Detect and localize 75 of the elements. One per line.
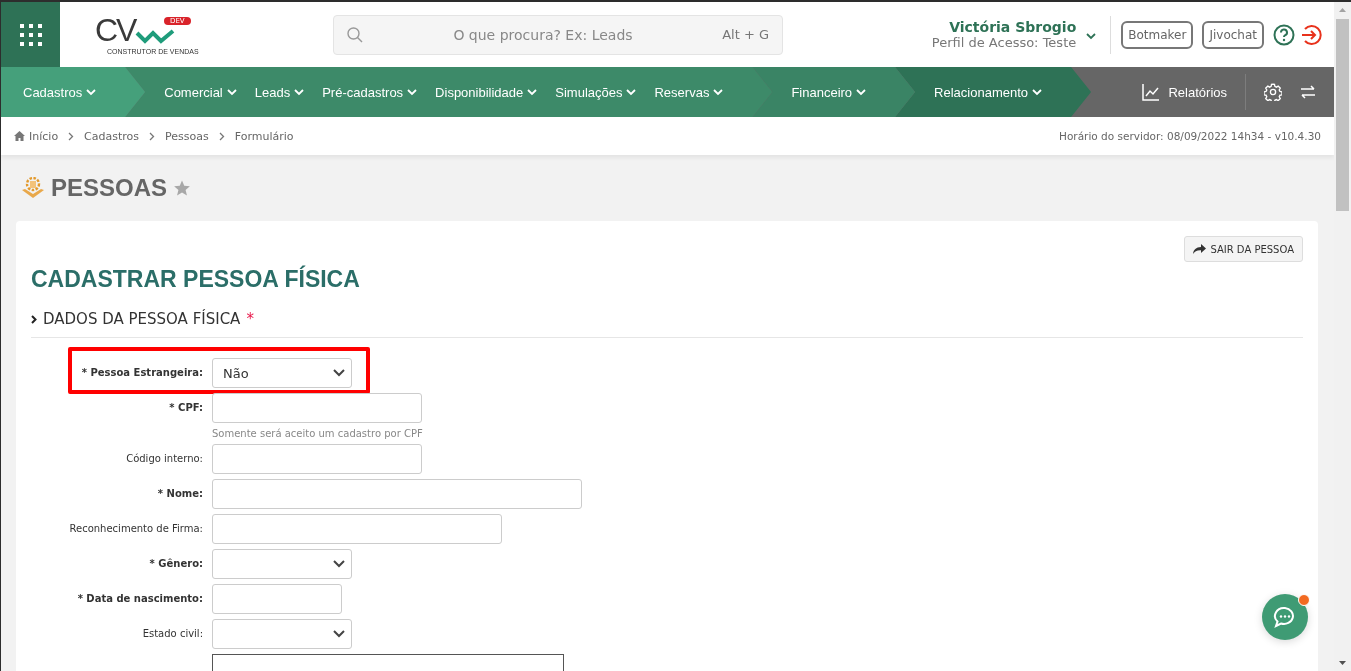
nav-menu-item[interactable]: Relacionamento: [925, 67, 1052, 117]
field-label: * Pessoa Estrangeira:: [80, 366, 204, 380]
field-hint: Somente será aceito um cadastro por CPF: [212, 428, 423, 439]
shortcut-hint: Alt + G: [722, 26, 769, 42]
server-time: Horário do servidor: 08/09/2022 14h34 - v10.4.30: [1059, 130, 1321, 142]
logout-icon: [1300, 23, 1322, 46]
chevron-right-icon: [149, 131, 156, 141]
reports-button[interactable]: Relatórios: [1142, 74, 1245, 110]
star-icon[interactable]: [173, 179, 192, 197]
nav-menu-item[interactable]: Disponibilidade: [426, 67, 547, 117]
caret-icon: [226, 88, 237, 96]
field-label: * CPF:: [168, 401, 204, 415]
chevron-right-icon: [68, 131, 75, 141]
select-field[interactable]: Não: [212, 358, 352, 388]
settings-icon: [1264, 83, 1282, 101]
text-field[interactable]: [212, 393, 422, 423]
page-title: PESSOAS: [51, 174, 168, 202]
field-label: * Nome:: [156, 487, 204, 501]
swap-arrows-icon: [1300, 85, 1316, 99]
building-gear-icon: [21, 177, 45, 199]
select-field[interactable]: [212, 549, 352, 579]
home-icon: [14, 131, 25, 141]
field-label: * Data de nascimento:: [76, 592, 204, 606]
grid-icon: [18, 22, 43, 47]
chevron-right-icon: [31, 314, 37, 324]
caret-icon: [1032, 88, 1043, 96]
chevron-right-icon: [218, 131, 225, 141]
nav-menu-item[interactable]: Cadastros: [14, 67, 106, 117]
caret-icon: [294, 88, 305, 96]
header-button[interactable]: Botmaker: [1121, 20, 1194, 49]
nav-menu-item[interactable]: Financeiro: [782, 67, 876, 117]
field-label: Código interno:: [125, 452, 204, 466]
section-title: DADOS DA PESSOA FÍSICA: [43, 310, 241, 328]
help-icon: [1273, 23, 1295, 46]
required-mark: *: [246, 310, 254, 328]
chat-bubble-icon: [1273, 605, 1297, 629]
scrollbar-thumb[interactable]: [1336, 19, 1349, 211]
help-button[interactable]: [1273, 23, 1295, 46]
caret-icon: [1086, 33, 1097, 40]
swap-button[interactable]: [1300, 85, 1316, 99]
caret-icon: [86, 88, 97, 96]
text-field[interactable]: [212, 479, 582, 509]
nav-menu-item[interactable]: Leads: [245, 67, 314, 117]
field-label: Reconhecimento de Firma:: [68, 522, 204, 536]
caret-icon: [856, 88, 867, 96]
apps-menu-button[interactable]: [1, 2, 60, 67]
nav-menu-item[interactable]: Pré-cadastros: [313, 67, 427, 117]
nav-menu-item[interactable]: Reservas: [645, 67, 733, 117]
text-field[interactable]: [212, 514, 502, 544]
logo-letters: CV: [95, 14, 136, 45]
select-field[interactable]: [212, 619, 352, 649]
breadcrumb-link[interactable]: Início: [29, 129, 59, 143]
text-field[interactable]: [212, 444, 422, 474]
breadcrumb-link[interactable]: Cadastros: [84, 129, 140, 143]
settings-button[interactable]: [1264, 83, 1282, 101]
caret-icon: [713, 88, 724, 96]
logout-button[interactable]: [1300, 23, 1322, 46]
caret-icon: [527, 88, 538, 96]
nav-menu-item[interactable]: Simulações: [546, 67, 646, 117]
search-icon: [347, 26, 363, 43]
user-profile: Perfil de Acesso: Teste: [931, 35, 1077, 50]
header-button[interactable]: Jivochat: [1202, 20, 1264, 49]
breadcrumb-link[interactable]: Pessoas: [165, 129, 209, 143]
exit-person-button[interactable]: SAIR DA PESSOA: [1184, 236, 1303, 262]
field-label: Estado civil:: [141, 627, 204, 641]
caret-icon: [407, 88, 418, 96]
line-chart-icon: [1142, 83, 1161, 101]
share-arrow-icon: [1193, 244, 1207, 254]
breadcrumb-link[interactable]: Formulário: [234, 129, 294, 143]
form-heading: CADASTRAR PESSOA FÍSICA: [31, 266, 361, 293]
nav-menu-item[interactable]: Comercial: [155, 67, 246, 117]
user-name: Victória Sbrogio: [949, 19, 1077, 35]
text-field[interactable]: [212, 584, 342, 614]
field-label: * Gênero:: [148, 557, 204, 571]
caret-icon: [626, 88, 637, 96]
